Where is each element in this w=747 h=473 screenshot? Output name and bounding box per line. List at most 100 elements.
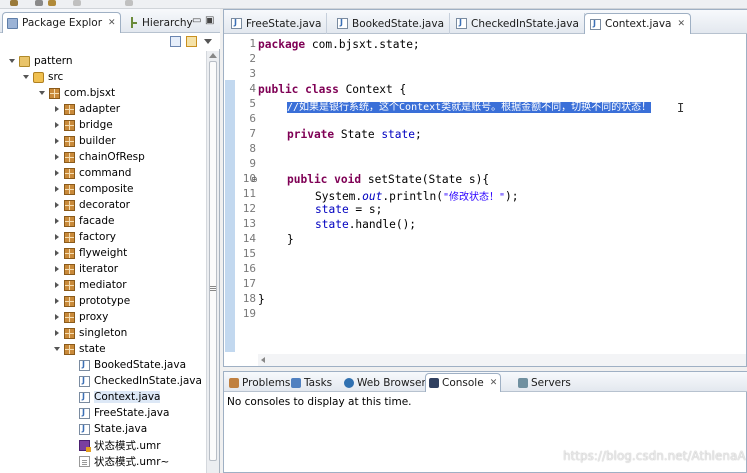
tab-label: Servers — [531, 376, 571, 389]
expand-toggle-icon[interactable] — [53, 169, 61, 177]
tree-item-mediator[interactable]: mediator — [53, 277, 127, 293]
expand-toggle-icon[interactable] — [53, 137, 61, 145]
expand-toggle-icon[interactable] — [53, 233, 61, 241]
tree-item-decorator[interactable]: decorator — [53, 197, 130, 213]
tree-item-label: BookedState.java — [94, 359, 187, 371]
static-field: out — [362, 190, 383, 203]
tree-item-context-java[interactable]: Context.java — [79, 389, 161, 405]
expand-toggle-icon[interactable] — [8, 57, 16, 65]
tab-package-explorer[interactable]: Package Explor ✕ — [2, 12, 121, 33]
tree-item-state-java[interactable]: State.java — [79, 421, 147, 437]
toolbar-run-icon[interactable] — [10, 0, 18, 6]
fold-collapse-icon[interactable]: ⊖ — [251, 175, 258, 184]
tab-servers[interactable]: Servers — [515, 373, 574, 392]
scroll-up-icon[interactable] — [209, 53, 217, 58]
expand-toggle-icon[interactable] — [38, 89, 46, 97]
editor-horizontal-scrollbar[interactable] — [258, 354, 746, 366]
tree-item-iterator[interactable]: iterator — [53, 261, 118, 277]
code-line-10: public void setState(State s){ — [287, 173, 489, 188]
tree-item-state[interactable]: state — [53, 341, 106, 357]
expand-toggle-icon[interactable] — [53, 313, 61, 321]
tab-context-java[interactable]: Context.java ✕ — [584, 13, 692, 34]
tree-item-prototype[interactable]: prototype — [53, 293, 130, 309]
tree-item-facade[interactable]: facade — [53, 213, 114, 229]
expand-toggle-icon[interactable] — [53, 185, 61, 193]
tab-freestate-java[interactable]: FreeState.java — [226, 13, 328, 34]
expand-toggle-icon[interactable] — [53, 153, 61, 161]
expand-toggle-icon[interactable] — [53, 265, 61, 273]
tree-item-flyweight[interactable]: flyweight — [53, 245, 127, 261]
console-empty-message: No consoles to display at this time. — [227, 396, 412, 408]
editor-annotation-ruler — [224, 35, 236, 355]
code-text: ; — [415, 128, 422, 141]
toolbar-forward-icon[interactable] — [125, 0, 133, 6]
close-icon[interactable]: ✕ — [677, 19, 685, 29]
tree-item-umr-backup-file[interactable]: 状态模式.umr~ — [79, 453, 169, 469]
line-number: 3 — [249, 67, 256, 80]
view-menu-icon[interactable] — [203, 36, 214, 47]
tree-item-label: 状态模式.umr — [94, 439, 161, 452]
tab-bookedstate-java[interactable]: BookedState.java — [332, 13, 451, 34]
hierarchy-icon — [127, 17, 138, 28]
close-icon[interactable]: ✕ — [108, 18, 116, 28]
toolbar-tool-icon[interactable] — [48, 0, 56, 6]
tree-item-label: State.java — [94, 423, 148, 435]
tree-item-label: chainOfResp — [79, 151, 145, 163]
code-text-area[interactable]: package com.bjsxt.state; public class Co… — [258, 35, 747, 355]
tree-item-adapter[interactable]: adapter — [53, 101, 120, 117]
minimize-icon[interactable]: ▭ — [192, 15, 201, 26]
expand-toggle-icon[interactable] — [53, 105, 61, 113]
tree-item-chainofresp[interactable]: chainOfResp — [53, 149, 145, 165]
tab-console[interactable]: Console ✕ — [425, 373, 502, 392]
line-number: 11 — [242, 187, 256, 200]
tab-hierarchy[interactable]: Hierarchy — [123, 12, 197, 33]
tree-item-pattern[interactable]: pattern — [8, 53, 73, 69]
tab-tasks[interactable]: Tasks — [288, 373, 335, 392]
package-icon — [49, 87, 60, 99]
expand-toggle-icon[interactable] — [53, 345, 61, 353]
expand-toggle-icon[interactable] — [53, 217, 61, 225]
tree-item-label: 状态模式.umr~ — [94, 455, 170, 468]
tree-item-com-bjsxt[interactable]: com.bjsxt — [38, 85, 115, 101]
expand-toggle-icon[interactable] — [53, 281, 61, 289]
collapse-all-icon[interactable] — [170, 36, 181, 47]
code-text: ); — [505, 190, 519, 203]
toolbar-debug-icon[interactable] — [35, 0, 43, 6]
tree-vertical-scrollbar[interactable] — [206, 51, 219, 473]
expand-toggle-icon[interactable] — [22, 73, 30, 81]
link-with-editor-icon[interactable] — [186, 36, 197, 47]
scroll-left-icon[interactable] — [261, 357, 265, 363]
tab-web-browser[interactable]: Web Browser — [341, 373, 429, 392]
tree-item-checkedinstate-java[interactable]: CheckedInState.java — [79, 373, 202, 389]
tree-item-umr-file[interactable]: 状态模式.umr — [79, 437, 161, 453]
java-file-icon — [79, 423, 90, 435]
java-file-icon — [337, 18, 348, 29]
tree-item-bookedstate-java[interactable]: BookedState.java — [79, 357, 186, 373]
expand-toggle-icon[interactable] — [53, 249, 61, 257]
tab-checkedinstate-java[interactable]: CheckedInState.java — [451, 13, 585, 34]
tree-item-composite[interactable]: composite — [53, 181, 133, 197]
tree-item-src[interactable]: src — [22, 69, 63, 85]
tree-item-label: singleton — [79, 327, 128, 339]
tree-item-freestate-java[interactable]: FreeState.java — [79, 405, 169, 421]
field-name: state — [381, 128, 415, 141]
maximize-icon[interactable]: ▣ — [205, 15, 214, 26]
expand-toggle-icon[interactable] — [53, 329, 61, 337]
tree-item-bridge[interactable]: bridge — [53, 117, 113, 133]
selected-comment: //如果是银行系统，这个Context类就是账号。根据金额不同，切换不同的状态！ — [287, 102, 652, 113]
expand-toggle-icon[interactable] — [53, 201, 61, 209]
line-number: 15 — [242, 247, 256, 260]
tree-item-proxy[interactable]: proxy — [53, 309, 108, 325]
tab-problems[interactable]: Problems — [226, 373, 293, 392]
toolbar-back-icon[interactable] — [73, 0, 81, 6]
tree-item-label: composite — [79, 183, 134, 195]
tree-item-command[interactable]: command — [53, 165, 131, 181]
expand-toggle-icon[interactable] — [53, 297, 61, 305]
expand-toggle-icon[interactable] — [53, 121, 61, 129]
close-icon[interactable]: ✕ — [490, 378, 498, 388]
java-editor: FreeState.java BookedState.java CheckedI… — [223, 9, 747, 367]
tree-item-builder[interactable]: builder — [53, 133, 116, 149]
tree-item-factory[interactable]: factory — [53, 229, 116, 245]
scrollbar-thumb[interactable] — [209, 61, 217, 461]
tree-item-singleton[interactable]: singleton — [53, 325, 127, 341]
